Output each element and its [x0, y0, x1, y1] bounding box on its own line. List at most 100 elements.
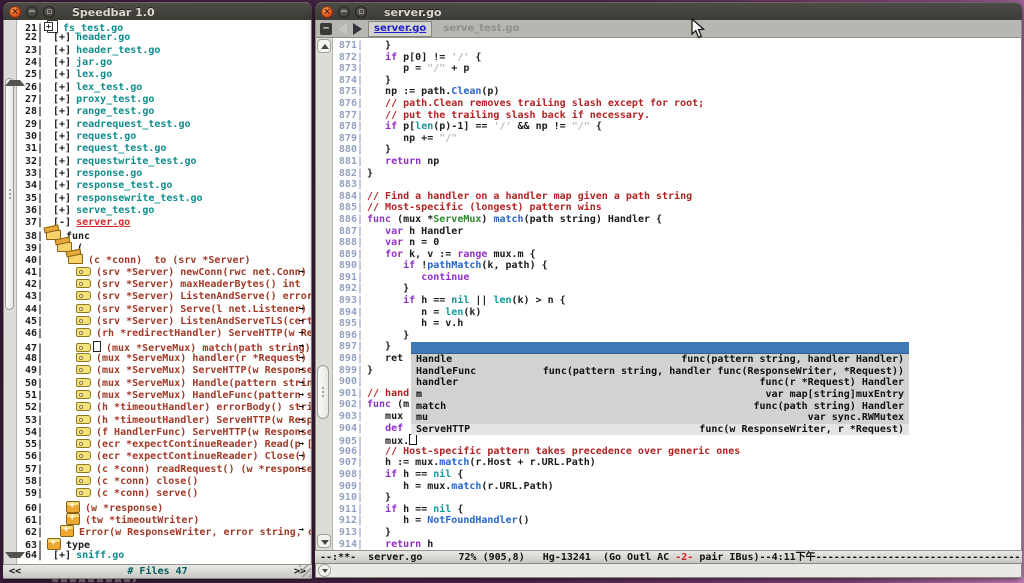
file-name[interactable]: lex_test.go	[76, 82, 142, 93]
speedbar-row[interactable]: 30| [+]request.go	[17, 131, 310, 143]
speedbar-row[interactable]: 58|(c *conn) close()	[17, 476, 310, 488]
tab-back-icon[interactable]	[338, 23, 347, 35]
completion-item[interactable]: Handlefunc(pattern string, handler Handl…	[411, 354, 909, 366]
editor-titlebar[interactable]: × − ▫ server.go	[315, 2, 1022, 21]
completion-item[interactable]: HandleFuncfunc(pattern string, handler f…	[411, 366, 909, 378]
tag-label[interactable]: (rh *redirectHandler) ServeHTTP(w Res	[96, 328, 312, 339]
code-line[interactable]: 912| h = NotFoundHandler()	[333, 515, 1021, 527]
speedbar-row[interactable]: 63|type	[17, 538, 310, 550]
code-buffer[interactable]: 871| }872| if p[0] != '/' {873| p = "/" …	[333, 38, 1021, 550]
speedbar-row[interactable]: 40|(c *conn) to (srv *Server)	[17, 254, 310, 266]
file-name[interactable]: server.go	[76, 217, 130, 228]
code-line[interactable]: 876| // path.Clean removes trailing slas…	[333, 98, 1021, 110]
completion-selected-row[interactable]	[411, 342, 909, 355]
close-icon[interactable]: ×	[9, 6, 21, 18]
file-name[interactable]: header.go	[76, 32, 130, 43]
closed-group-icon[interactable]	[60, 525, 74, 537]
close-icon[interactable]: ×	[321, 6, 333, 18]
tag-icon[interactable]	[76, 279, 91, 288]
speedbar-row[interactable]: 53|(h *timeoutHandler) ServeHTTP(w Respo…	[17, 415, 310, 427]
file-name[interactable]: request.go	[76, 131, 136, 142]
speedbar-row[interactable]: 35| [+]responsewrite_test.go	[17, 193, 310, 205]
code-line[interactable]: 888| var n = 0	[333, 237, 1021, 249]
expander-toggle[interactable]: [+]	[47, 550, 71, 561]
expander-toggle[interactable]: [+]	[47, 156, 71, 167]
open-group-icon[interactable]	[68, 254, 83, 264]
closed-group-icon[interactable]	[66, 513, 80, 525]
speedbar-row[interactable]: 64| [+]sniff.go	[17, 550, 310, 562]
speedbar-row[interactable]: 39|(	[17, 242, 310, 254]
code-line[interactable]: 911| if h == nil {	[333, 504, 1021, 516]
tag-icon[interactable]	[76, 316, 91, 325]
tag-label[interactable]: (ecr *expectContinueReader) Close() e	[96, 451, 312, 462]
speedbar-row[interactable]: 27| [+]proxy_test.go	[17, 94, 310, 106]
speedbar-row[interactable]: 59|(c *conn) serve()	[17, 488, 310, 500]
tag-icon[interactable]	[76, 291, 91, 300]
speedbar-row[interactable]: 37| [-]server.go	[17, 217, 310, 229]
speedbar-row[interactable]: 32| [+]requestwrite_test.go	[17, 156, 310, 168]
expander-toggle[interactable]: [+]	[47, 193, 71, 204]
speedbar-row[interactable]: 50|(mux *ServeMux) Handle(pattern string…	[17, 378, 310, 390]
editor-scrollbar-thumb[interactable]	[317, 365, 329, 419]
speedbar-row[interactable]: 25| [+]lex.go	[17, 69, 310, 81]
completion-item[interactable]: muvar sync.RWMutex	[411, 412, 909, 424]
completion-item[interactable]: matchfunc(path string) Handler	[411, 401, 909, 413]
tag-label[interactable]: (srv *Server) newConn(rwc net.Conn) (	[96, 267, 312, 278]
code-line[interactable]: 886|func (mux *ServeMux) match(path stri…	[333, 214, 1021, 226]
expander-toggle[interactable]: [+]	[47, 205, 71, 216]
speedbar-row[interactable]: 21|fs_test.go	[17, 20, 310, 32]
speedbar-row[interactable]: 28| [+]range_test.go	[17, 106, 310, 118]
speedbar-row[interactable]: 48|(mux *ServeMux) handler(r *Request) H…	[17, 353, 310, 365]
tag-icon[interactable]	[76, 451, 91, 460]
file-name[interactable]: requestwrite_test.go	[76, 156, 196, 167]
tag-label[interactable]: (mux *ServeMux) handler(r *Request) H	[96, 353, 312, 364]
speedbar-row[interactable]: 41|(srv *Server) newConn(rwc net.Conn) (…	[17, 267, 310, 279]
expander-toggle[interactable]: [+]	[47, 82, 71, 93]
completion-item[interactable]: handlerfunc(r *Request) Handler	[411, 377, 909, 389]
code-line[interactable]: 895| h = v.h	[333, 318, 1021, 330]
speedbar-row[interactable]: 36| [+]serve_test.go	[17, 205, 310, 217]
expander-toggle[interactable]: [+]	[47, 69, 71, 80]
closed-group-icon[interactable]	[47, 538, 61, 550]
expander-toggle[interactable]: [+]	[47, 119, 71, 130]
tag-label[interactable]: (mux *ServeMux) HandleFunc(pattern st	[96, 390, 312, 401]
minimize-icon[interactable]: −	[26, 6, 38, 18]
tag-icon[interactable]	[76, 343, 91, 352]
tag-icon[interactable]	[76, 488, 91, 497]
file-name[interactable]: response.go	[76, 168, 142, 179]
expander-toggle[interactable]: [+]	[47, 131, 71, 142]
expander-toggle[interactable]: [+]	[47, 45, 71, 56]
code-line[interactable]: 908| if h == nil {	[333, 469, 1021, 481]
maximize-icon[interactable]: ▫	[355, 6, 367, 18]
file-name[interactable]: lex.go	[76, 69, 112, 80]
expander-toggle[interactable]: [+]	[47, 32, 71, 43]
code-line[interactable]: 873| p = "/" + p	[333, 63, 1021, 75]
tag-label[interactable]: (c *conn) serve()	[96, 488, 198, 499]
code-line[interactable]: 881| return np	[333, 156, 1021, 168]
editor-scrollbar[interactable]	[316, 38, 333, 550]
speedbar-row[interactable]: 34| [+]response_test.go	[17, 180, 310, 192]
file-plus-icon[interactable]	[47, 20, 58, 33]
code-line[interactable]: 910| }	[333, 492, 1021, 504]
speedbar-row[interactable]: 61|(tw *timeoutWriter)	[17, 513, 310, 525]
file-name[interactable]: header_test.go	[76, 45, 160, 56]
speedbar-scroll-left-button[interactable]: <<	[9, 565, 21, 578]
code-line[interactable]: 891| continue	[333, 272, 1021, 284]
code-line[interactable]: 887| var h Handler	[333, 226, 1021, 238]
tag-icon[interactable]	[76, 476, 91, 485]
maximize-icon[interactable]: ▫	[43, 6, 55, 18]
speedbar-row[interactable]: 45|(srv *Server) ListenAndServeTLS(certF…	[17, 316, 310, 328]
tab-serve-test-go[interactable]: serve_test.go	[438, 22, 524, 36]
completion-item[interactable]: ServeHTTPfunc(w ResponseWriter, r *Reque…	[411, 424, 909, 436]
tag-icon[interactable]	[76, 439, 91, 448]
speedbar-row[interactable]: 22| [+]header.go	[17, 32, 310, 44]
speedbar-row[interactable]: 51|(mux *ServeMux) HandleFunc(pattern st…	[17, 390, 310, 402]
tag-label[interactable]: (c *conn) readRequest() (w *response,	[96, 464, 312, 475]
code-line[interactable]: 872| if p[0] != '/' {	[333, 52, 1021, 64]
speedbar-row[interactable]: 23| [+]header_test.go	[17, 45, 310, 57]
tag-icon[interactable]	[76, 304, 91, 313]
speedbar-row[interactable]: 49|(mux *ServeMux) ServeHTTP(w ResponseW…	[17, 365, 310, 377]
code-line[interactable]: 880| }	[333, 144, 1021, 156]
speedbar-row[interactable]: 44|(srv *Server) Serve(l net.Listener) e…	[17, 304, 310, 316]
speedbar-row[interactable]: 47|(mux *ServeMux) match(path string) Ha…	[17, 341, 310, 353]
